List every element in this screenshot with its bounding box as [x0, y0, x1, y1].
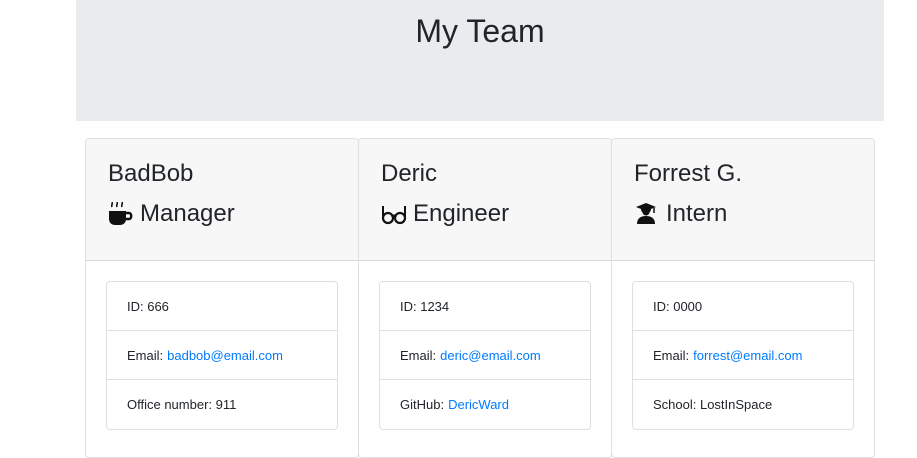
email-item: Email: deric@email.com [380, 331, 590, 380]
email-link[interactable]: forrest@email.com [693, 348, 802, 363]
role-label: Intern [666, 200, 728, 227]
github-label: GitHub: [400, 397, 445, 412]
page-title: My Team [415, 13, 545, 49]
details-list: ID: 1234 Email: deric@email.com GitHub: … [379, 281, 591, 430]
employee-card-intern: Forrest G. Intern ID: 0000 Email: forres… [611, 138, 875, 458]
graduate-icon [634, 202, 660, 226]
id-item: ID: 666 [107, 282, 337, 331]
employee-role: Engineer [381, 199, 611, 229]
role-label: Manager [140, 200, 235, 227]
card-header: BadBob Manager [86, 139, 358, 261]
email-label: Email: [653, 347, 690, 363]
id-item: ID: 0000 [633, 282, 853, 331]
employee-role: Intern [634, 199, 874, 229]
glasses-icon [381, 202, 407, 226]
card-body: ID: 1234 Email: deric@email.com GitHub: … [359, 261, 611, 430]
email-label: Email: [127, 347, 164, 363]
page-header: My Team [76, 0, 884, 121]
email-label: Email: [400, 347, 437, 363]
card-body: ID: 666 Email: badbob@email.com Office n… [86, 261, 358, 430]
card-header: Deric Engineer [359, 139, 611, 261]
school-item: School: LostInSpace [653, 397, 773, 412]
email-link[interactable]: badbob@email.com [167, 348, 283, 363]
card-body: ID: 0000 Email: forrest@email.com School… [612, 261, 874, 430]
card-header: Forrest G. Intern [612, 139, 874, 261]
employee-name: BadBob [108, 160, 194, 187]
email-link[interactable]: deric@email.com [440, 348, 541, 363]
email-item: Email: forrest@email.com [633, 331, 853, 380]
role-label: Engineer [413, 200, 510, 227]
github-item: GitHub: DericWard [380, 380, 590, 429]
employee-card-engineer: Deric Engineer ID: 1234 Email: deric@ema… [358, 138, 612, 458]
employee-name: Deric [381, 160, 438, 187]
details-list: ID: 666 Email: badbob@email.com Office n… [106, 281, 338, 430]
employee-card-manager: BadBob Manager ID: 666 Email: badbob@ema… [85, 138, 359, 458]
email-item: Email: badbob@email.com [107, 331, 337, 380]
details-list: ID: 0000 Email: forrest@email.com School… [632, 281, 854, 430]
office-number-item: Office number: 911 [127, 397, 237, 412]
employee-name: Forrest G. [634, 160, 743, 187]
mug-hot-icon [108, 201, 134, 226]
employee-role: Manager [108, 199, 358, 229]
github-link[interactable]: DericWard [448, 397, 509, 412]
id-item: ID: 1234 [380, 282, 590, 331]
